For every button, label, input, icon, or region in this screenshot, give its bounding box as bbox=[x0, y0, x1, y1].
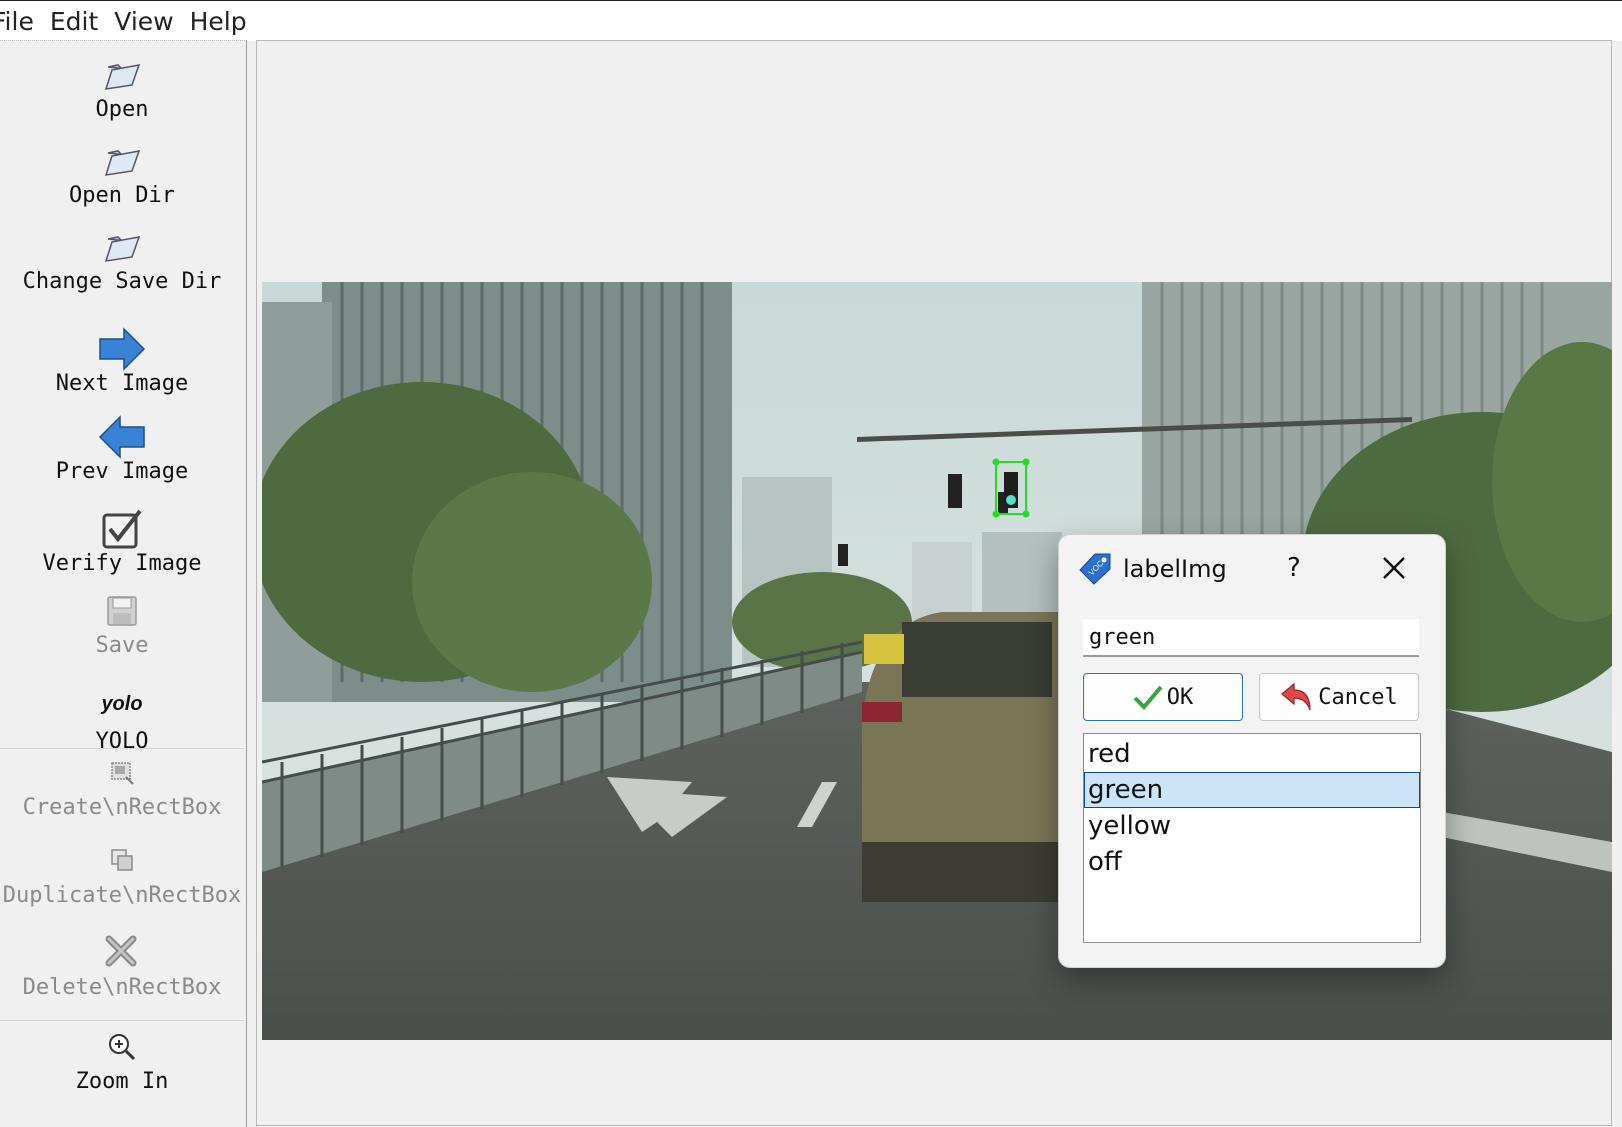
cancel-button[interactable]: Cancel bbox=[1259, 673, 1419, 721]
floppy-icon bbox=[107, 596, 137, 626]
duplicate-rectbox-label: Duplicate\nRectBox bbox=[2, 883, 242, 908]
folder-icon bbox=[104, 150, 141, 176]
ok-label: OK bbox=[1166, 684, 1194, 710]
change-save-dir-label: Change Save Dir bbox=[22, 269, 222, 294]
prev-image-label: Prev Image bbox=[55, 459, 189, 484]
save-label: Save bbox=[95, 633, 149, 658]
create-rectbox-button[interactable]: Create\nRectBox bbox=[0, 757, 244, 820]
toolbar-separator bbox=[0, 1020, 244, 1021]
checkbox-icon bbox=[102, 509, 142, 549]
delete-rectbox-button[interactable]: Delete\nRectBox bbox=[0, 931, 244, 1000]
label-input[interactable] bbox=[1083, 619, 1419, 657]
delete-rectbox-label: Delete\nRectBox bbox=[22, 975, 222, 1000]
menu-bar: File Edit View Help bbox=[0, 0, 1622, 41]
next-image-label: Next Image bbox=[55, 371, 189, 396]
delete-icon bbox=[105, 935, 137, 967]
folder-icon bbox=[104, 64, 141, 90]
menu-help[interactable]: Help bbox=[190, 7, 247, 36]
check-icon bbox=[1133, 685, 1163, 710]
help-button[interactable]: ? bbox=[1287, 553, 1301, 583]
list-item[interactable]: yellow bbox=[1084, 808, 1420, 844]
zoom-in-button[interactable]: Zoom In bbox=[0, 1031, 244, 1094]
duplicate-icon bbox=[111, 849, 133, 871]
toolbar-separator bbox=[0, 748, 244, 749]
arrow-right-icon bbox=[99, 327, 146, 371]
label-list[interactable]: red green yellow off bbox=[1083, 733, 1421, 943]
list-item[interactable]: red bbox=[1084, 736, 1420, 772]
zoom-in-icon bbox=[109, 1034, 136, 1061]
next-image-button[interactable]: Next Image bbox=[0, 327, 244, 396]
voc-tag-icon: VOC bbox=[1079, 553, 1111, 585]
create-rectbox-label: Create\nRectBox bbox=[22, 795, 222, 820]
dialog-title: labelImg bbox=[1123, 555, 1227, 583]
open-dir-label: Open Dir bbox=[69, 183, 175, 208]
dialog-title-bar: VOC labelImg bbox=[1079, 551, 1227, 587]
verify-image-button[interactable]: Verify Image bbox=[0, 507, 244, 576]
menu-file[interactable]: File bbox=[0, 7, 34, 36]
change-save-dir-button[interactable]: Change Save Dir bbox=[0, 229, 244, 294]
menu-view[interactable]: View bbox=[114, 7, 173, 36]
folder-icon bbox=[104, 236, 141, 262]
open-button[interactable]: Open bbox=[0, 57, 244, 122]
open-dir-button[interactable]: Open Dir bbox=[0, 143, 244, 208]
ok-button[interactable]: OK bbox=[1083, 673, 1243, 721]
duplicate-rectbox-button[interactable]: Duplicate\nRectBox bbox=[0, 845, 244, 908]
cancel-label: Cancel bbox=[1318, 684, 1398, 710]
yolo-label: YOLO bbox=[95, 729, 149, 754]
save-button[interactable]: Save bbox=[0, 593, 244, 658]
zoom-in-label: Zoom In bbox=[75, 1069, 169, 1094]
verify-image-label: Verify Image bbox=[42, 551, 202, 576]
arrow-left-icon bbox=[98, 415, 145, 459]
list-item-selected[interactable]: green bbox=[1084, 772, 1420, 808]
yolo-button[interactable]: yolo YOLO bbox=[0, 689, 244, 754]
yolo-icon: yolo bbox=[101, 693, 143, 715]
menu-edit[interactable]: Edit bbox=[50, 7, 98, 36]
list-item[interactable]: off bbox=[1084, 844, 1420, 880]
label-dialog: VOC labelImg ? OK Cancel red green yello… bbox=[1058, 534, 1446, 968]
undo-arrow-icon bbox=[1281, 682, 1311, 711]
close-icon[interactable] bbox=[1379, 553, 1409, 583]
create-box-icon bbox=[111, 762, 134, 785]
prev-image-button[interactable]: Prev Image bbox=[0, 415, 244, 484]
toolbar: Open Open Dir Change Save Dir Next Image… bbox=[0, 40, 247, 1127]
open-label: Open bbox=[95, 97, 149, 122]
